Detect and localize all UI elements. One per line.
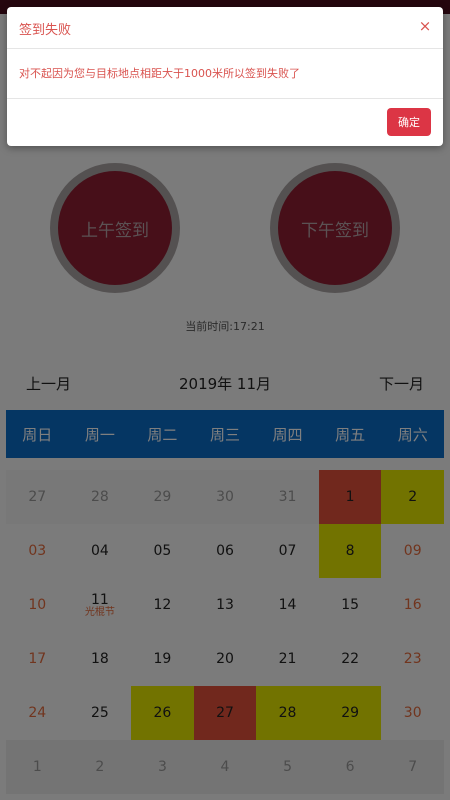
close-icon[interactable]: × — [417, 17, 433, 35]
dialog-message: 对不起因为您与目标地点相距大于1000米所以签到失败了 — [19, 67, 300, 80]
dialog-header: 签到失败 × — [7, 7, 443, 49]
dialog-footer: 确定 — [7, 99, 443, 146]
dialog-title: 签到失败 — [19, 23, 72, 38]
dialog-body: 对不起因为您与目标地点相距大于1000米所以签到失败了 — [7, 49, 443, 99]
confirm-button[interactable]: 确定 — [387, 108, 431, 136]
checkin-failed-dialog: 签到失败 × 对不起因为您与目标地点相距大于1000米所以签到失败了 确定 — [7, 7, 443, 146]
